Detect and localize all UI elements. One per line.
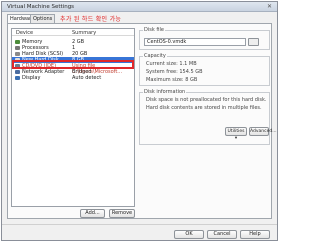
annotation-note: 추가 된 하드 확인 가능 [60, 16, 122, 23]
add-button[interactable]: Add... [80, 209, 105, 218]
ok-button[interactable]: OK [174, 230, 204, 239]
disk-file-title: Disk file [143, 27, 165, 33]
column-header-summary: Summary [72, 30, 97, 36]
device-name: Display [22, 75, 41, 81]
device-list: Device Summary Memory 2 GB Processors 1 … [11, 28, 135, 207]
capacity-title: Capacity [143, 53, 167, 59]
cancel-button[interactable]: Cancel [207, 230, 237, 239]
maximum-size: Maximum size: 8 GB [146, 77, 198, 83]
advanced-button[interactable]: Advanced... [249, 127, 277, 136]
disk-info-line-1: Disk space is not preallocated for this … [146, 97, 267, 103]
window-title: Virtual Machine Settings [7, 4, 75, 10]
display-icon [15, 76, 20, 80]
hard-disk-icon [15, 52, 20, 56]
chevron-down-icon: ▾ [234, 136, 238, 141]
disk-file-field[interactable]: CentOS-0.vmdk [144, 38, 246, 46]
current-size: Current size: 1.1 MB [146, 61, 197, 67]
help-button[interactable]: Help [240, 230, 270, 239]
tab-options[interactable]: Options [30, 14, 56, 23]
utilities-button[interactable]: Utilities ▾ [225, 127, 247, 141]
selection-highlight-box [12, 60, 134, 69]
hardware-panel: Device Summary Memory 2 GB Processors 1 … [7, 23, 277, 219]
utilities-label: Utilities [227, 129, 245, 134]
column-header-device: Device [16, 30, 34, 36]
disk-file-group: Disk file CentOS-0.vmdk [139, 27, 270, 50]
footer-divider [2, 224, 277, 225]
system-free: System free: 154.5 GB [146, 69, 203, 75]
virtual-machine-settings-window: Virtual Machine Settings ✕ Hardware Opti… [1, 1, 278, 241]
disk-information-title: Disk information [143, 89, 187, 95]
device-list-header: Device Summary [12, 29, 134, 36]
cpu-icon [15, 46, 20, 50]
title-bar: Virtual Machine Settings ✕ [2, 2, 277, 12]
network-icon [15, 70, 20, 74]
remove-button[interactable]: Remove [109, 209, 135, 218]
capacity-group: Capacity Current size: 1.1 MB System fre… [139, 53, 270, 86]
device-summary: Auto detect [72, 75, 102, 81]
disk-information-group: Disk information Disk space is not preal… [139, 89, 277, 145]
memory-icon [15, 40, 20, 44]
browse-button[interactable] [248, 38, 259, 46]
close-icon[interactable]: ✕ [265, 3, 274, 10]
device-row-display[interactable]: Display Auto detect [12, 75, 134, 81]
disk-info-line-2: Hard disk contents are stored in multipl… [146, 105, 262, 111]
